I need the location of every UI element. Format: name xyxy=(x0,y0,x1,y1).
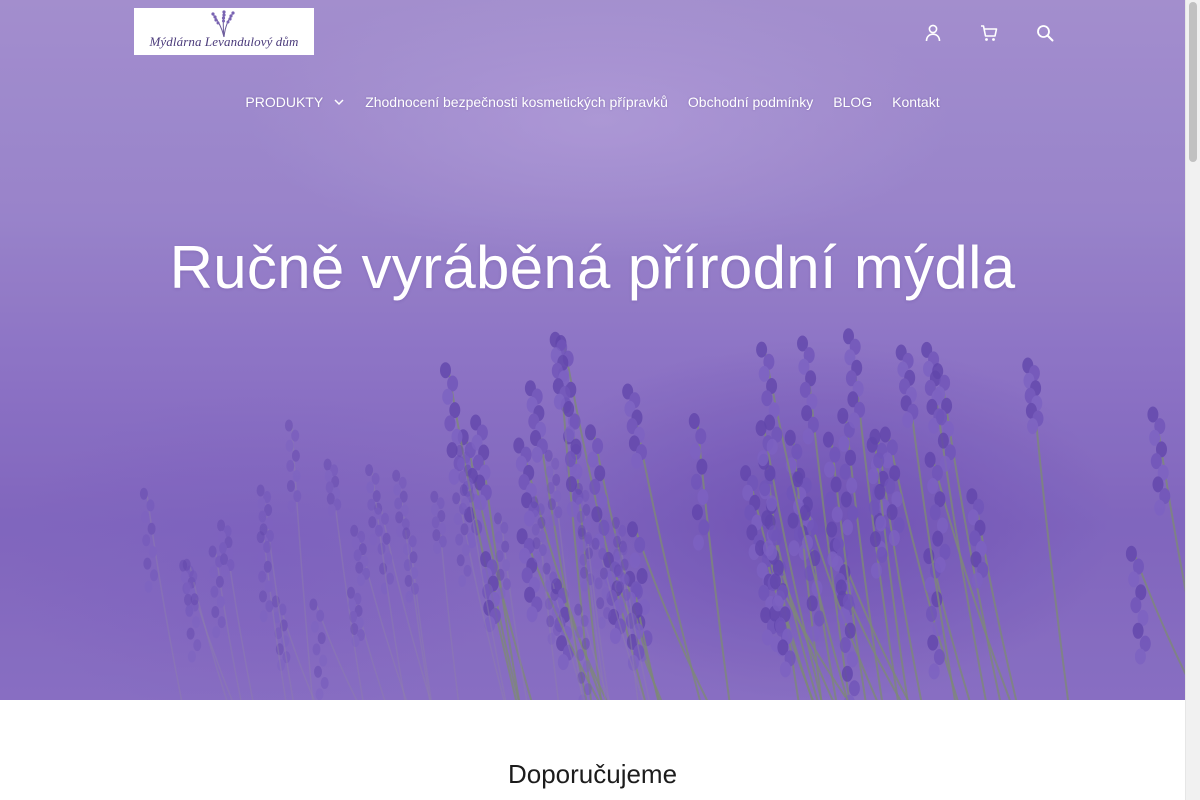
site-logo[interactable]: Mýdlárna Levandulový dům xyxy=(134,8,314,55)
nav-item-label: Zhodnocení bezpečnosti kosmetických příp… xyxy=(365,94,668,110)
nav-item-obchodni-podminky[interactable]: Obchodní podmínky xyxy=(678,90,823,114)
cart-icon[interactable] xyxy=(976,20,1002,46)
logo-text: Mýdlárna Levandulový dům xyxy=(149,34,299,49)
nav-item-zhodnoceni-bezpecnosti[interactable]: Zhodnocení bezpečnosti kosmetických příp… xyxy=(355,90,678,114)
user-icon[interactable] xyxy=(920,20,946,46)
header-icons xyxy=(920,20,1058,46)
scrollbar-thumb[interactable] xyxy=(1189,2,1197,162)
nav-item-blog[interactable]: BLOG xyxy=(823,90,882,114)
nav-item-label: Obchodní podmínky xyxy=(687,94,814,110)
nav-item-label: BLOG xyxy=(833,94,873,110)
vertical-scrollbar[interactable] xyxy=(1185,0,1200,800)
nav-item-label: PRODUKTY xyxy=(245,94,324,110)
nav-item-label: Kontakt xyxy=(892,94,940,110)
chevron-down-icon[interactable] xyxy=(333,96,345,108)
hero-title: Ručně vyráběná přírodní mýdla xyxy=(169,234,1016,301)
recommended-section-title: Doporučujeme xyxy=(507,759,678,789)
page: Mýdlárna Levandulový dům PRODUKTY Zhodno… xyxy=(0,0,1200,800)
nav-item-produkty[interactable]: PRODUKTY xyxy=(235,90,355,114)
nav-item-kontakt[interactable]: Kontakt xyxy=(882,90,949,114)
hero-banner: Mýdlárna Levandulový dům PRODUKTY Zhodno… xyxy=(0,0,1185,700)
main-navigation: PRODUKTY Zhodnocení bezpečnosti kosmetic… xyxy=(0,90,1185,114)
search-icon[interactable] xyxy=(1032,20,1058,46)
site-header: Mýdlárna Levandulový dům PRODUKTY Zhodno… xyxy=(0,0,1185,140)
